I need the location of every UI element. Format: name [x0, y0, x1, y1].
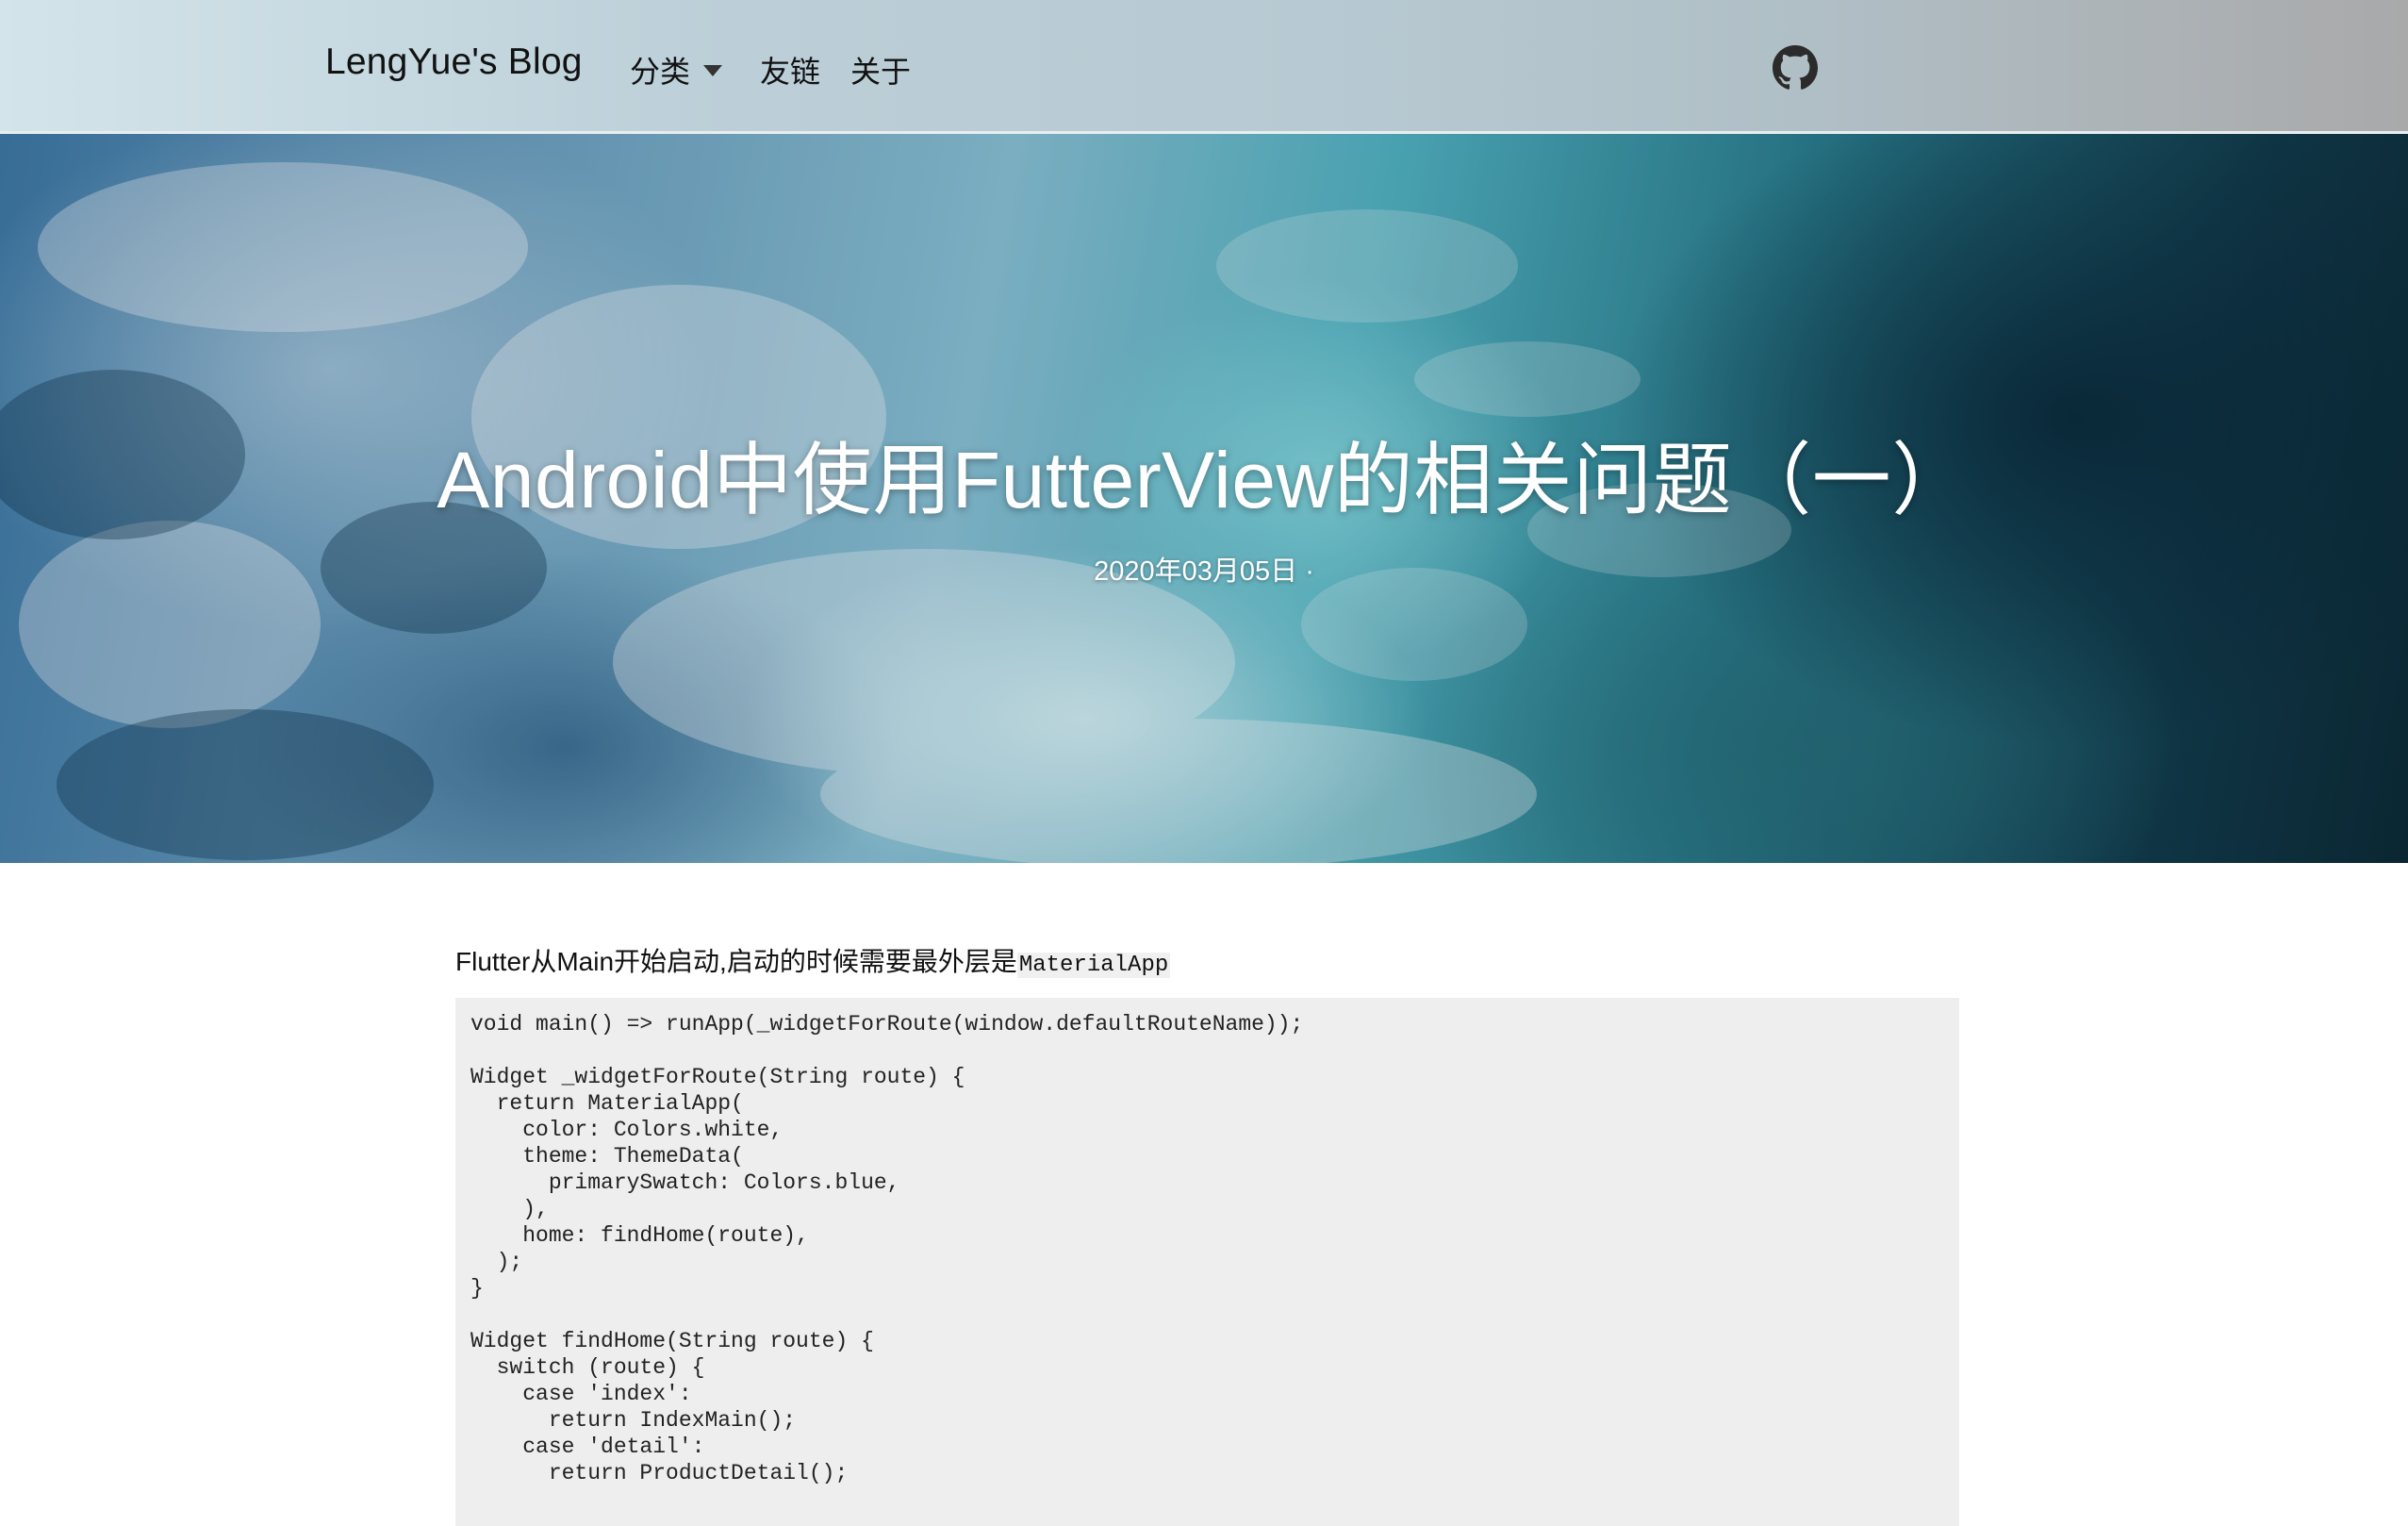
nav-item-friends[interactable]: 友链 [760, 48, 820, 91]
code-line: Widget findHome(String route) { [470, 1329, 874, 1353]
nav-item-about-label: 关于 [850, 55, 912, 89]
code-line: color: Colors.white, [470, 1118, 783, 1142]
code-line: ); [470, 1250, 523, 1274]
top-navbar: LengYue's Blog 分类 友链 关于 [0, 0, 2408, 134]
code-line: return ProductDetail(); [470, 1461, 849, 1485]
code-line: case 'detail': [470, 1435, 705, 1459]
code-line: void main() => runApp(_widgetForRoute(wi… [470, 1012, 1304, 1037]
code-line: switch (route) { [470, 1355, 705, 1380]
chevron-down-icon [703, 65, 723, 76]
nav-item-friends-label: 友链 [760, 55, 821, 89]
post-title: Android中使用FutterView的相关问题（一） [437, 436, 1971, 524]
code-line: return MaterialApp( [470, 1091, 744, 1116]
article-content: Flutter从Main开始启动,启动的时候需要最外层是MaterialApp … [455, 943, 1959, 1526]
code-line: ), [470, 1197, 549, 1221]
code-block[interactable]: void main() => runApp(_widgetForRoute(wi… [455, 998, 1959, 1526]
code-line: case 'index': [470, 1382, 692, 1406]
code-line: Widget _widgetForRoute(String route) { [470, 1065, 965, 1089]
code-line: return IndexMain(); [470, 1408, 797, 1433]
hero-banner: Android中使用FutterView的相关问题（一） 2020年03月05日… [0, 134, 2408, 863]
github-icon [1773, 45, 1818, 90]
brand-link[interactable]: LengYue's Blog [325, 41, 583, 83]
code-line: } [470, 1276, 484, 1301]
code-line: primarySwatch: Colors.blue, [470, 1170, 900, 1195]
inline-code: MaterialApp [1016, 953, 1171, 978]
nav-item-categories[interactable]: 分类 [630, 48, 723, 91]
post-date: 2020年03月05日 · [1094, 556, 1314, 587]
code-line: home: findHome(route), [470, 1223, 809, 1248]
code-line: theme: ThemeData( [470, 1144, 744, 1169]
github-link[interactable] [1773, 45, 1818, 91]
nav-item-categories-label: 分类 [630, 55, 691, 89]
intro-text: Flutter从Main开始启动,启动的时候需要最外层是 [455, 947, 1017, 976]
nav-item-about[interactable]: 关于 [850, 48, 911, 91]
intro-paragraph: Flutter从Main开始启动,启动的时候需要最外层是MaterialApp [455, 943, 1959, 985]
